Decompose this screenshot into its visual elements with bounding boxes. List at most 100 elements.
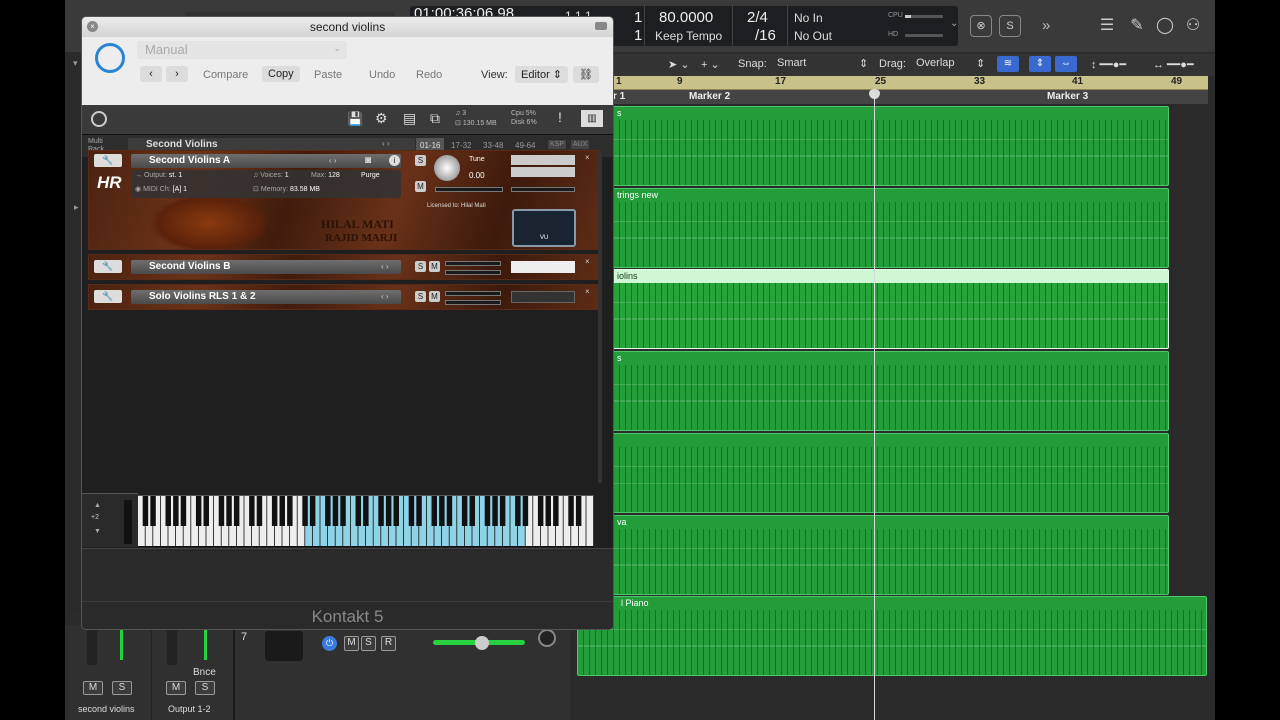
instrument-slot-a[interactable]: 🔧 HR Second Violins A ‹ › ◙ i → Output: … [88, 150, 600, 250]
black-key[interactable] [325, 496, 331, 526]
collapse-arrow-icon[interactable]: ▾ [73, 58, 78, 69]
midi-value[interactable]: [A] 1 [173, 186, 187, 193]
tune-value[interactable]: 0.00 [469, 171, 485, 180]
marker-track[interactable]: r 1 Marker 2 Marker 3 [613, 90, 1208, 104]
wrench-icon[interactable]: 🔧 [94, 154, 122, 167]
black-key[interactable] [515, 496, 521, 526]
instrument-arrows-icon[interactable]: ‹ › [381, 292, 389, 301]
white-key[interactable] [586, 496, 594, 546]
volume-slider[interactable] [445, 270, 501, 275]
instrument-mute-button[interactable]: M [415, 181, 426, 192]
page-tab-4[interactable]: 49-64 [515, 141, 535, 150]
loop-browser-icon[interactable]: ◯ [1154, 15, 1176, 37]
close-instrument-icon[interactable]: × [585, 287, 590, 296]
bar-ruler[interactable]: 1 9 17 25 33 41 49 [613, 76, 1208, 90]
lcd-menu-chevron-icon[interactable]: ⌄ [950, 18, 958, 29]
black-key[interactable] [484, 496, 491, 526]
power-icon[interactable]: ⏻ [322, 636, 337, 651]
tempo-mode[interactable]: Keep Tempo [655, 29, 722, 43]
volume-slider-knob[interactable] [475, 636, 489, 650]
tracks-area[interactable]: s trings new iolins s va l Piano [577, 104, 1208, 680]
instrument-mute-button[interactable]: M [429, 261, 440, 272]
instrument-solo-button[interactable]: S [415, 155, 426, 166]
redo-button[interactable]: Redo [416, 69, 442, 81]
black-key[interactable] [553, 496, 559, 526]
warning-icon[interactable]: ! [558, 109, 562, 125]
drag-select[interactable]: Overlap ⇕ [910, 56, 988, 73]
black-key[interactable] [461, 496, 468, 526]
link-icon[interactable]: ⛓ [573, 66, 599, 83]
midi-region[interactable]: s [613, 351, 1169, 431]
resize-icon[interactable] [595, 22, 607, 30]
instrument-arrows-icon[interactable]: ‹ › [381, 262, 389, 271]
time-signature[interactable]: 2/4 [747, 9, 768, 26]
black-key[interactable] [469, 496, 475, 526]
instrument-arrows-icon[interactable]: ‹ › [329, 156, 337, 165]
view-select[interactable]: Editor ⇕ [515, 66, 569, 83]
marker-label[interactable]: r 1 [613, 91, 625, 102]
close-instrument-icon[interactable]: × [585, 153, 590, 162]
pitch-wheel[interactable] [124, 500, 132, 544]
black-key[interactable] [279, 496, 285, 526]
black-key[interactable] [302, 496, 308, 526]
next-preset-button[interactable]: › [166, 66, 188, 82]
close-instrument-icon[interactable]: × [585, 257, 590, 266]
rack-arrows-icon[interactable]: ‹ › [382, 139, 390, 148]
midi-region[interactable]: l Piano [577, 596, 1207, 676]
black-key[interactable] [309, 496, 316, 526]
black-key[interactable] [256, 496, 263, 526]
black-key[interactable] [439, 496, 445, 526]
mute-button[interactable]: M [83, 681, 103, 695]
black-key[interactable] [378, 496, 384, 526]
page-tab-3[interactable]: 33-48 [483, 141, 503, 150]
midi-region[interactable]: s [613, 106, 1169, 186]
mute-button[interactable]: M [166, 681, 186, 695]
black-key[interactable] [355, 496, 361, 526]
black-key[interactable] [363, 496, 369, 526]
black-key[interactable] [393, 496, 399, 526]
bounce-label[interactable]: Bnce [193, 667, 216, 678]
black-key[interactable] [408, 496, 415, 526]
black-key[interactable] [385, 496, 392, 526]
instrument-name-bar[interactable]: Second Violins B [131, 260, 401, 274]
instrument-slot-b[interactable]: 🔧 Second Violins B ‹ › S M × [88, 254, 600, 280]
midi-region[interactable]: va [613, 515, 1169, 595]
black-key[interactable] [431, 496, 437, 526]
black-key[interactable] [233, 496, 240, 526]
track-mute-button[interactable]: M [344, 636, 359, 651]
camera-icon[interactable]: ◙ [365, 155, 371, 166]
black-key[interactable] [575, 496, 582, 526]
black-key[interactable] [522, 496, 529, 526]
replace-icon[interactable]: ⊗ [970, 15, 992, 37]
prev-preset-button[interactable]: ‹ [140, 66, 162, 82]
record-enable-button[interactable]: R [381, 636, 396, 651]
pan-slider[interactable] [445, 291, 501, 296]
keyboard-view-icon[interactable]: ▥ [581, 110, 603, 127]
pan-slider[interactable] [445, 261, 501, 266]
tempo-value[interactable]: 80.0000 [659, 9, 713, 26]
black-key[interactable] [218, 496, 225, 526]
black-key[interactable] [340, 496, 346, 526]
marker-label[interactable]: Marker 2 [689, 91, 730, 102]
volume-slider[interactable] [511, 187, 575, 192]
octave-down-icon[interactable]: ▼ [94, 528, 101, 535]
compare-button[interactable]: Compare [203, 69, 248, 81]
fader[interactable] [167, 629, 177, 665]
power-icon[interactable] [95, 43, 125, 73]
black-key[interactable] [537, 496, 544, 526]
black-key[interactable] [249, 496, 255, 526]
output-value[interactable]: st. 1 [169, 172, 182, 179]
keyboard-keys[interactable] [138, 496, 594, 548]
black-key[interactable] [492, 496, 498, 526]
octave-value[interactable]: +2 [91, 514, 99, 521]
octave-up-icon[interactable]: ▲ [94, 502, 101, 509]
ksp-button[interactable]: KSP [548, 140, 567, 149]
purge-button[interactable]: Purge [361, 172, 380, 179]
black-key[interactable] [416, 496, 422, 526]
instrument-solo-button[interactable]: S [415, 261, 426, 272]
solo-button[interactable]: S [195, 681, 215, 695]
wrench-icon[interactable]: 🔧 [94, 260, 122, 273]
black-key[interactable] [226, 496, 232, 526]
black-key[interactable] [203, 496, 209, 526]
browser-icon[interactable]: ⚇ [1182, 15, 1204, 37]
